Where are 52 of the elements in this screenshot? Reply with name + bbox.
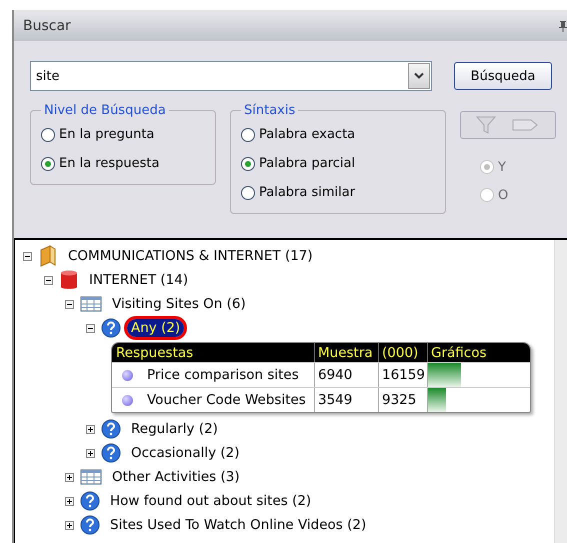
collapse-toggle[interactable] xyxy=(23,252,32,260)
table-cell: 16159 xyxy=(378,363,427,387)
search-combo-box[interactable]: site xyxy=(30,61,432,91)
help-icon xyxy=(101,318,121,338)
radio-option[interactable]: En la respuesta xyxy=(41,149,207,178)
collapse-toggle[interactable] xyxy=(86,448,95,458)
table-icon xyxy=(80,468,102,486)
radio-option[interactable]: Palabra similar xyxy=(241,178,437,207)
table-cell: 9325 xyxy=(378,388,427,412)
tree-item[interactable]: Occasionally (2) xyxy=(127,444,244,462)
collapse-toggle[interactable] xyxy=(86,324,95,332)
table-cell: 6940 xyxy=(314,363,378,387)
tree-item[interactable]: Regularly (2) xyxy=(127,420,222,438)
tree-item[interactable]: Visiting Sites On (6) xyxy=(108,295,250,313)
radio-option[interactable]: Palabra exacta xyxy=(241,120,437,149)
column-header: (000) xyxy=(378,343,427,362)
tree-item[interactable]: INTERNET (14) xyxy=(85,271,192,289)
group-title: Nivel de Búsqueda xyxy=(43,103,167,118)
panel-title: Buscar xyxy=(23,18,71,34)
table-cell: Voucher Code Websites xyxy=(147,392,306,408)
table-icon xyxy=(80,295,102,313)
help-icon xyxy=(101,419,121,439)
collapse-toggle[interactable] xyxy=(44,276,53,284)
help-icon xyxy=(101,443,121,463)
book-icon xyxy=(38,245,58,267)
column-header: Respuestas xyxy=(115,344,194,362)
collapse-toggle[interactable] xyxy=(65,520,74,530)
bullet-icon xyxy=(122,370,133,380)
pin-icon[interactable] xyxy=(559,20,567,32)
help-icon xyxy=(80,515,100,535)
tree-item[interactable]: Other Activities (3) xyxy=(108,468,244,486)
collapse-toggle[interactable] xyxy=(65,300,74,308)
radio-option[interactable]: En la pregunta xyxy=(41,120,207,149)
table-cell: 3549 xyxy=(314,388,378,412)
search-button[interactable]: Búsqueda xyxy=(454,62,552,90)
tree-item[interactable]: Sites Used To Watch Online Videos (2) xyxy=(106,516,370,534)
help-icon xyxy=(80,491,100,511)
collapse-toggle[interactable] xyxy=(65,472,74,482)
collapse-toggle[interactable] xyxy=(65,496,74,506)
column-header: Gráficos xyxy=(427,343,530,362)
group-title: Síntaxis xyxy=(243,103,296,118)
collapse-toggle[interactable] xyxy=(86,424,95,434)
tree-item[interactable]: How found out about sites (2) xyxy=(106,492,316,510)
table-cell: Price comparison sites xyxy=(147,367,299,383)
funnel-icon xyxy=(475,114,497,136)
tree-item[interactable]: Any (2) xyxy=(127,319,184,337)
tree-item[interactable]: COMMUNICATIONS & INTERNET (17) xyxy=(64,247,317,265)
column-header: Muestra xyxy=(314,343,378,362)
scrollbar[interactable] xyxy=(554,240,567,543)
bullet-icon xyxy=(122,394,133,406)
radio-option[interactable]: Palabra parcial xyxy=(241,149,437,178)
cylinder-icon xyxy=(59,269,79,291)
